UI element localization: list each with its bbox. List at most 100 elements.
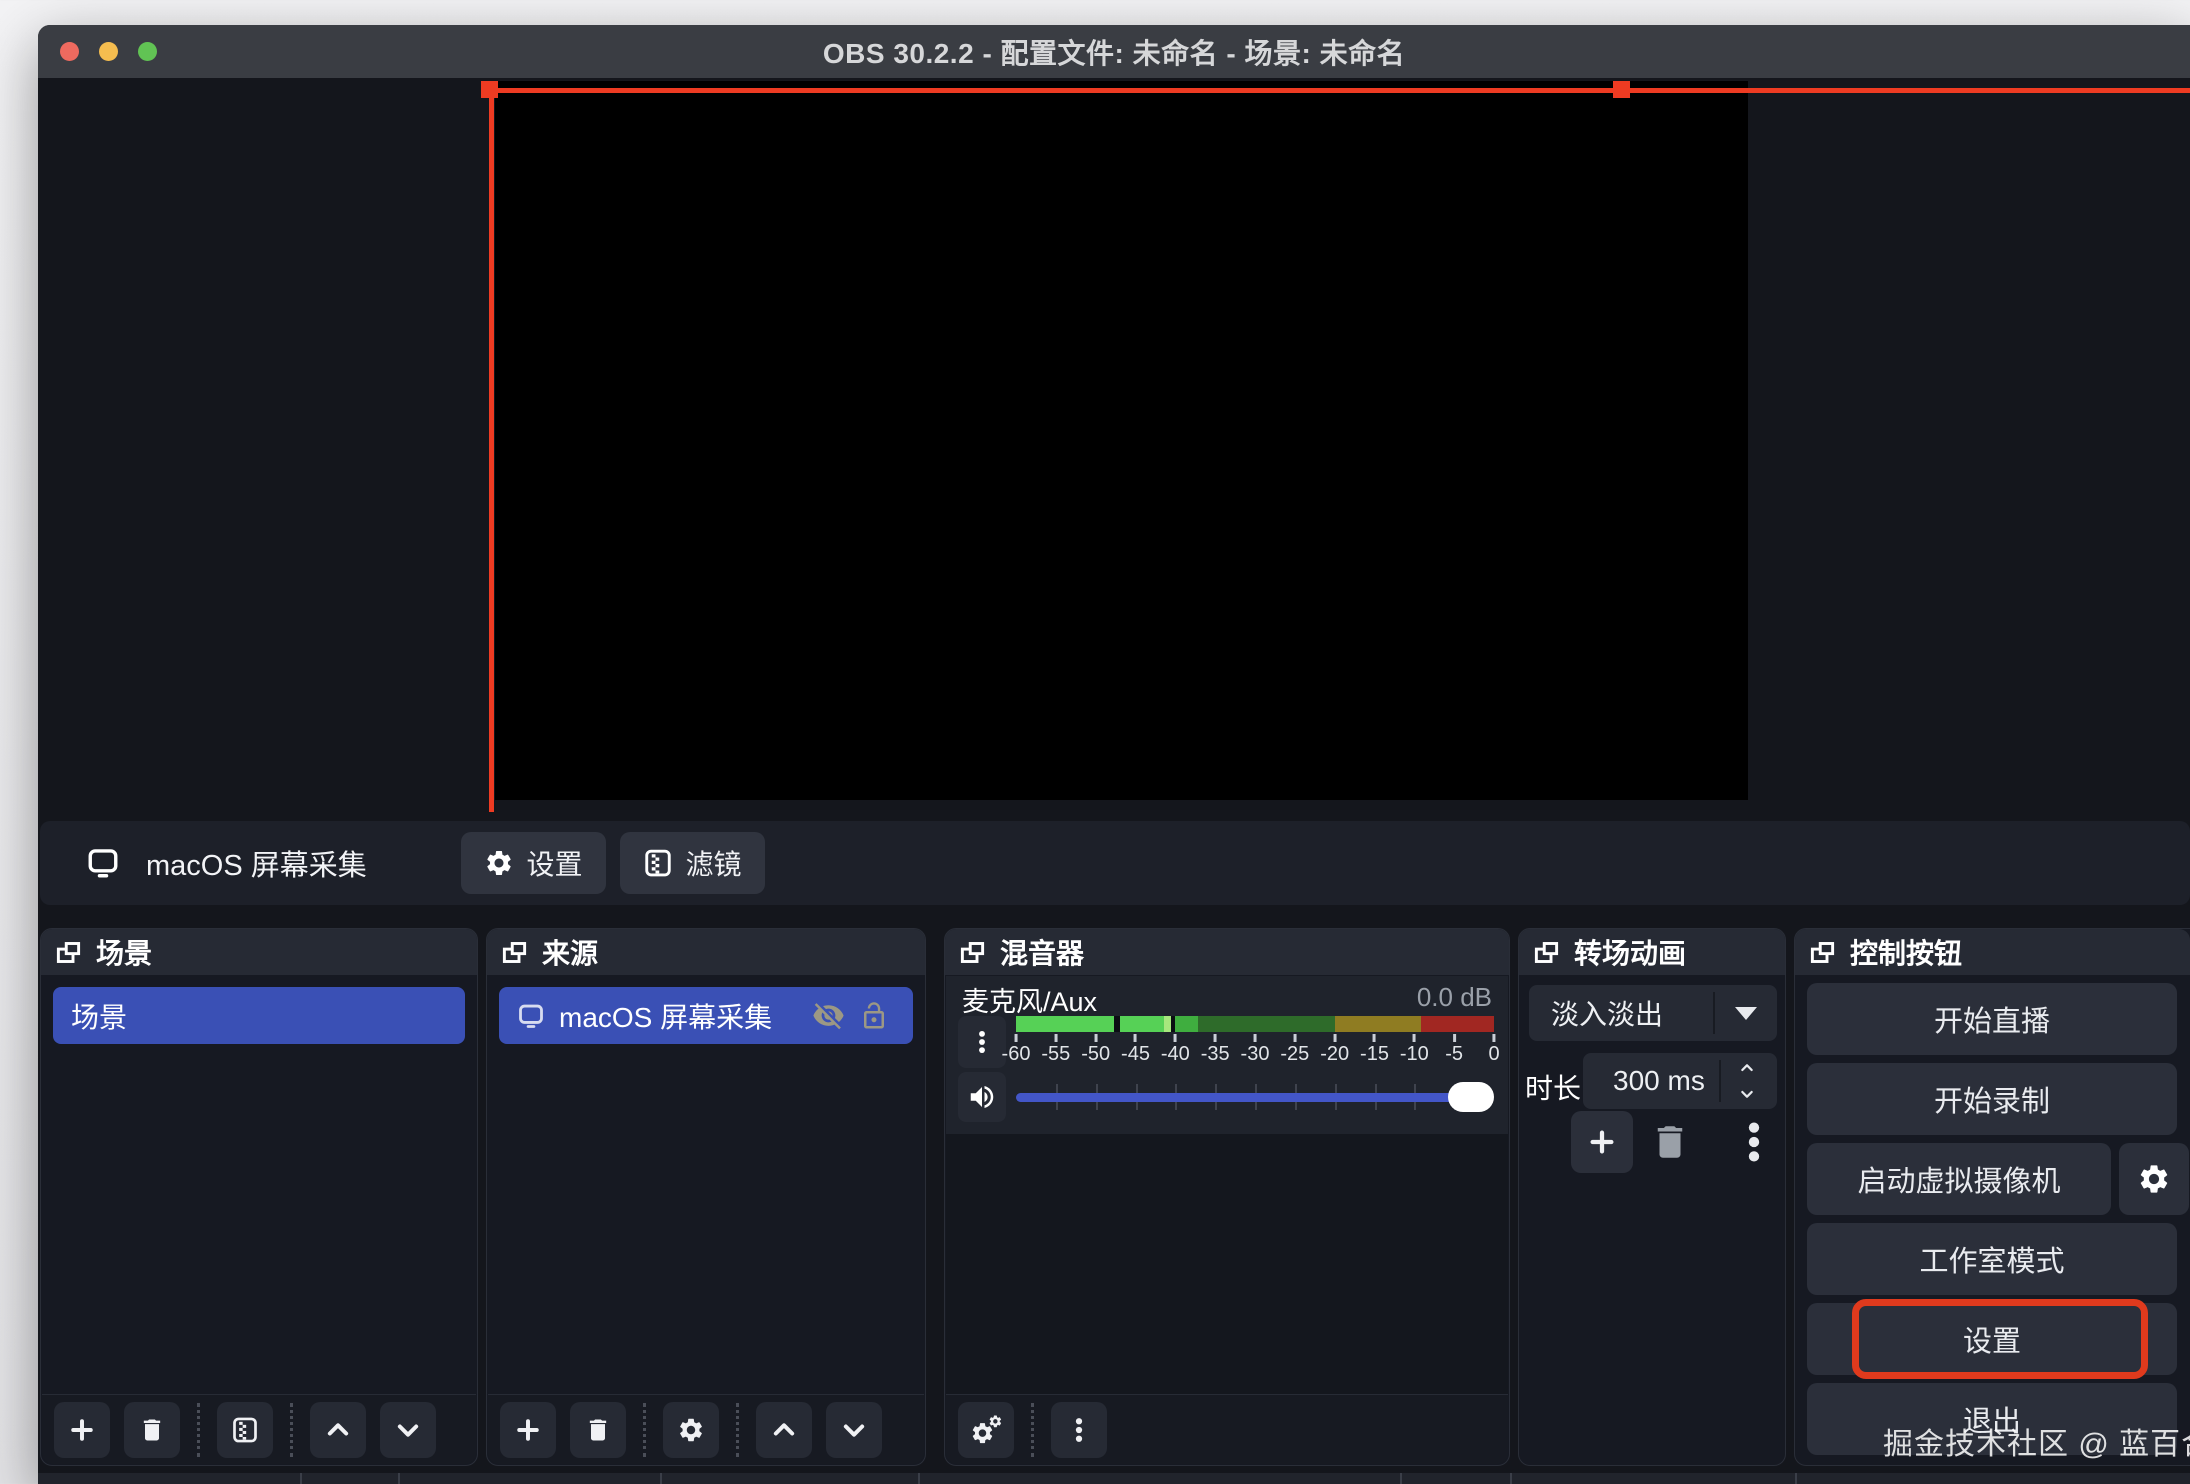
meter-tick: -30 bbox=[1241, 1034, 1270, 1066]
titlebar[interactable]: OBS 30.2.2 - 配置文件: 未命名 - 场景: 未命名 bbox=[38, 25, 2190, 78]
advanced-audio-button[interactable] bbox=[958, 1402, 1014, 1458]
virtual-camera-config-button[interactable] bbox=[2119, 1143, 2189, 1215]
meter-segment bbox=[1016, 1016, 1114, 1032]
plus-icon bbox=[68, 1416, 96, 1444]
spin-down-icon[interactable] bbox=[1736, 1086, 1758, 1102]
toolbar-separator bbox=[643, 1403, 646, 1457]
lock-open-icon[interactable] bbox=[859, 1001, 889, 1031]
volume-slider-track[interactable] bbox=[1016, 1093, 1492, 1102]
add-transition-button[interactable] bbox=[1571, 1111, 1633, 1173]
meter-tick: -45 bbox=[1121, 1034, 1150, 1066]
dock-icon bbox=[501, 939, 528, 966]
status-divider bbox=[918, 1473, 920, 1484]
add-scene-button[interactable] bbox=[54, 1402, 110, 1458]
remove-transition-button[interactable] bbox=[1649, 1121, 1691, 1163]
dots-vertical-icon bbox=[1065, 1416, 1093, 1444]
studio-mode-button[interactable]: 工作室模式 bbox=[1807, 1223, 2177, 1295]
chevron-down-icon bbox=[394, 1416, 422, 1444]
source-name: macOS 屏幕采集 bbox=[559, 996, 798, 1036]
move-source-down-button[interactable] bbox=[826, 1402, 882, 1458]
toolbar-separator bbox=[736, 1403, 739, 1457]
status-divider bbox=[1510, 1473, 1512, 1484]
mixer-menu-button[interactable] bbox=[1051, 1402, 1107, 1458]
mixer-dock-title: 混音器 bbox=[1000, 932, 1084, 972]
traffic-lights bbox=[60, 42, 157, 61]
transitions-dock-header[interactable]: 转场动画 bbox=[1519, 929, 1785, 975]
filter-icon bbox=[643, 848, 673, 878]
volume-slider-handle[interactable] bbox=[1448, 1082, 1494, 1112]
source-filters-label: 滤镜 bbox=[685, 843, 741, 883]
preview-canvas[interactable] bbox=[495, 81, 1748, 800]
meter-tick: -10 bbox=[1400, 1034, 1429, 1066]
move-scene-up-button[interactable] bbox=[310, 1402, 366, 1458]
eye-slash-icon[interactable] bbox=[812, 999, 845, 1032]
meter-segment bbox=[1164, 1016, 1171, 1032]
selection-handle-topleft[interactable] bbox=[481, 81, 498, 98]
dots-vertical-icon bbox=[1731, 1119, 1777, 1165]
move-source-up-button[interactable] bbox=[756, 1402, 812, 1458]
caret-down-icon bbox=[1735, 1007, 1757, 1020]
source-properties-label: 设置 bbox=[526, 843, 582, 883]
add-source-button[interactable] bbox=[500, 1402, 556, 1458]
gear-icon bbox=[484, 848, 514, 878]
mixer-channel-menu-button[interactable] bbox=[958, 1016, 1006, 1068]
meter-tick: -25 bbox=[1280, 1034, 1309, 1066]
meter-tick: -40 bbox=[1161, 1034, 1190, 1066]
source-list-item[interactable]: macOS 屏幕采集 bbox=[499, 987, 913, 1044]
meter-tick: -50 bbox=[1081, 1034, 1110, 1066]
transition-duration-label: 时长 bbox=[1525, 1067, 1581, 1107]
start-virtual-camera-button[interactable]: 启动虚拟摄像机 bbox=[1807, 1143, 2111, 1215]
zoom-button[interactable] bbox=[138, 42, 157, 61]
mute-toggle-button[interactable] bbox=[958, 1072, 1006, 1122]
transition-select[interactable]: 淡入淡出 bbox=[1529, 985, 1777, 1041]
meter-tick: -20 bbox=[1320, 1034, 1349, 1066]
monitor-icon bbox=[517, 1002, 545, 1030]
toolbar-separator bbox=[1031, 1403, 1034, 1457]
selection-border-top bbox=[487, 88, 2190, 93]
dots-vertical-icon bbox=[969, 1029, 995, 1055]
start-recording-button[interactable]: 开始录制 bbox=[1807, 1063, 2177, 1135]
plus-icon bbox=[514, 1416, 542, 1444]
selection-handle-topcenter[interactable] bbox=[1613, 81, 1630, 98]
meter-tick: -15 bbox=[1360, 1034, 1389, 1066]
sources-dock-title: 来源 bbox=[542, 932, 598, 972]
scene-list-item[interactable]: 场景 bbox=[53, 987, 465, 1044]
source-context-toolbar: macOS 屏幕采集 设置 滤镜 bbox=[40, 821, 2190, 905]
transition-duration-value: 300 ms bbox=[1613, 1065, 1705, 1097]
mixer-empty-area bbox=[946, 1134, 1508, 1395]
meter-segment bbox=[1120, 1016, 1164, 1032]
scenes-toolbar bbox=[42, 1394, 476, 1464]
source-filters-button[interactable]: 滤镜 bbox=[620, 832, 765, 894]
scenes-dock-header[interactable]: 场景 bbox=[41, 929, 477, 975]
sources-dock-header[interactable]: 来源 bbox=[487, 929, 925, 975]
controls-dock-header[interactable]: 控制按钮 bbox=[1795, 929, 2190, 975]
selected-source-name: macOS 屏幕采集 bbox=[146, 842, 367, 884]
source-properties-button[interactable]: 设置 bbox=[461, 832, 606, 894]
start-streaming-button[interactable]: 开始直播 bbox=[1807, 983, 2177, 1055]
spinbox-separator bbox=[1719, 1060, 1721, 1102]
settings-highlight-annotation bbox=[1852, 1299, 2148, 1379]
volume-slider[interactable] bbox=[1016, 1072, 1494, 1122]
trash-icon bbox=[138, 1416, 166, 1444]
mixer-channel: 麦克风/Aux 0.0 dB -60-55-50-45-40-35-30-25-… bbox=[946, 976, 1508, 1134]
meter-segment bbox=[1335, 1016, 1422, 1032]
transition-duration-spinbox[interactable]: 300 ms bbox=[1583, 1053, 1777, 1109]
remove-scene-button[interactable] bbox=[124, 1402, 180, 1458]
transition-properties-button[interactable] bbox=[1731, 1119, 1777, 1165]
selection-border-left bbox=[489, 84, 494, 812]
source-properties-button[interactable] bbox=[663, 1402, 719, 1458]
remove-source-button[interactable] bbox=[570, 1402, 626, 1458]
move-scene-down-button[interactable] bbox=[380, 1402, 436, 1458]
dropdown-separator bbox=[1713, 992, 1715, 1034]
plus-icon bbox=[1587, 1127, 1617, 1157]
close-button[interactable] bbox=[60, 42, 79, 61]
controls-dock: 控制按钮 开始直播 开始录制 启动虚拟摄像机 工作室模式 设置 退出 掘金技术社… bbox=[1794, 928, 2190, 1466]
mixer-dock-header[interactable]: 混音器 bbox=[945, 929, 1509, 975]
status-divider bbox=[1795, 1473, 1797, 1484]
spin-up-icon[interactable] bbox=[1736, 1060, 1758, 1076]
minimize-button[interactable] bbox=[99, 42, 118, 61]
start-recording-label: 开始录制 bbox=[1934, 1078, 2050, 1120]
scene-filters-button[interactable] bbox=[217, 1402, 273, 1458]
toolbar-separator bbox=[290, 1403, 293, 1457]
mixer-channel-name: 麦克风/Aux bbox=[962, 980, 1097, 1019]
